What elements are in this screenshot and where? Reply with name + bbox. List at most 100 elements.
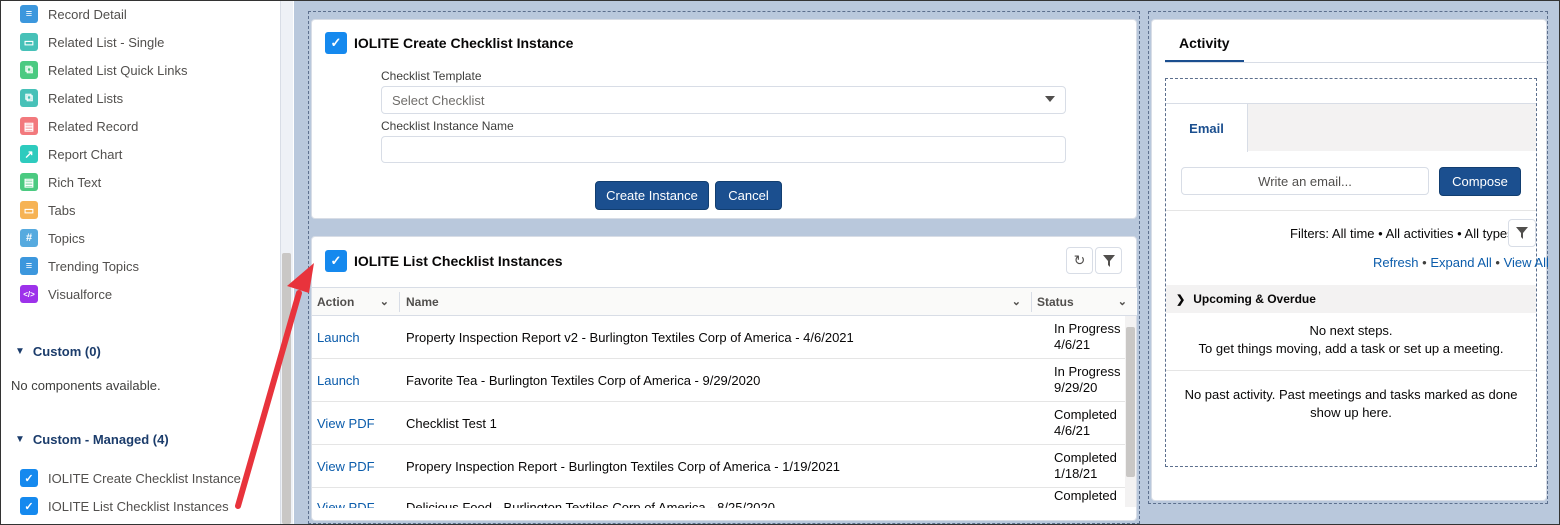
instance-name-label: Checklist Instance Name (381, 119, 514, 133)
related-list-quick-links-icon: ⧉ (20, 61, 38, 79)
chevron-down-icon[interactable]: ⌄ (1118, 295, 1127, 308)
template-select-value: Select Checklist (392, 92, 485, 108)
activity-filter-button[interactable] (1508, 219, 1536, 247)
row-status: Completed 4/6/21 (1054, 402, 1117, 444)
divider (1166, 370, 1536, 371)
refresh-link[interactable]: Refresh (1373, 255, 1419, 270)
row-name: Propery Inspection Report - Burlington T… (406, 458, 841, 474)
palette-item-label: Report Chart (48, 146, 123, 162)
palette-item-label: Tabs (48, 202, 76, 218)
topics-icon: # (20, 229, 38, 247)
row-name: Delicious Food - Burlington Textiles Cor… (406, 499, 776, 509)
create-instance-button[interactable]: Create Instance (595, 181, 709, 210)
chevron-down-icon[interactable]: ⌄ (380, 295, 389, 308)
column-divider[interactable] (399, 292, 400, 312)
palette-item[interactable]: ▭ Related List - Single (20, 31, 164, 53)
row-status: In Progress 9/29/20 (1054, 359, 1120, 401)
template-select[interactable]: Select Checklist (381, 86, 1066, 114)
palette-item-list-checklist[interactable]: ✓ IOLITE List Checklist Instances (20, 495, 229, 517)
palette-item-label: Rich Text (48, 174, 102, 190)
refresh-button[interactable]: ↻ (1066, 247, 1093, 274)
palette-item[interactable]: ▭ Tabs (20, 199, 75, 221)
column-header-action[interactable]: Action ⌄ (312, 288, 399, 316)
checklist-icon: ✓ (20, 497, 38, 515)
filter-button[interactable] (1095, 247, 1122, 274)
table-scrollbar-thumb[interactable] (1126, 327, 1135, 477)
template-label: Checklist Template (381, 69, 482, 83)
palette-item[interactable]: ↗ Report Chart (20, 143, 122, 165)
filter-icon (1102, 254, 1115, 267)
chevron-down-icon: ▼ (15, 434, 25, 445)
filters-text: Filters: All time • All activities • All… (1290, 226, 1514, 241)
row-status-date: 4/6/21 (1054, 337, 1091, 352)
palette-item[interactable]: # Topics (20, 227, 85, 249)
create-card-header: ✓ IOLITE Create Checklist Instance (325, 32, 573, 54)
palette-item-label: Record Detail (48, 6, 127, 22)
palette-item-create-checklist[interactable]: ✓ IOLITE Create Checklist Instance (20, 467, 241, 489)
related-lists-icon: ⧉ (20, 89, 38, 107)
column-label: Name (406, 295, 439, 309)
row-status-text: Completed (1054, 407, 1117, 422)
custom-section-title: Custom (0) (32, 344, 101, 359)
no-next-steps-text: No next steps. (1309, 323, 1393, 338)
palette-item[interactable]: ⧉ Related List Quick Links (20, 59, 187, 81)
palette-item-label: Related Lists (48, 90, 124, 106)
cancel-button[interactable]: Cancel (715, 181, 782, 210)
write-email-input[interactable]: Write an email... (1181, 167, 1429, 195)
row-action-link[interactable]: View PDF (317, 445, 375, 487)
row-action-link[interactable]: Launch (317, 316, 360, 358)
column-header-status[interactable]: Status ⌄ (1032, 288, 1137, 316)
row-action-link[interactable]: View PDF (317, 402, 375, 444)
palette-item[interactable]: </> Visualforce (20, 283, 112, 305)
palette-item[interactable]: ▤ Rich Text (20, 171, 101, 193)
palette-scrollbar-thumb[interactable] (282, 253, 291, 524)
caret-down-icon (1045, 96, 1055, 102)
trending-topics-icon: ≡ (20, 257, 38, 275)
palette-item[interactable]: ⧉ Related Lists (20, 87, 123, 109)
palette-item-label: Topics (48, 230, 85, 246)
row-name: Favorite Tea - Burlington Textiles Corp … (406, 372, 761, 388)
row-status-text: In Progress (1054, 321, 1121, 336)
managed-section-header[interactable]: ▼ Custom - Managed (4) (15, 432, 169, 447)
row-status-text: In Progress (1054, 364, 1121, 379)
view-all-link[interactable]: View All (1504, 255, 1549, 270)
palette-item[interactable]: ≡ Record Detail (20, 3, 127, 25)
row-status-date: 1/18/21 (1054, 466, 1098, 481)
palette-item[interactable]: ▤ Related Record (20, 115, 138, 137)
table-row: View PDF Delicious Food - Burlington Text… (312, 488, 1126, 508)
visualforce-icon: </> (20, 285, 38, 303)
related-record-icon: ▤ (20, 117, 38, 135)
instance-name-input[interactable] (381, 136, 1066, 163)
tab-activity[interactable]: Activity (1179, 35, 1230, 51)
upcoming-overdue-header[interactable]: ❯ Upcoming & Overdue (1166, 285, 1536, 313)
no-past-activity: No past activity. Past meetings and task… (1184, 387, 1518, 420)
table-header: Action ⌄ Name ⌄ Status ⌄ (312, 287, 1137, 316)
related-list-single-icon: ▭ (20, 33, 38, 51)
row-status: Completed (1054, 488, 1117, 508)
palette-item[interactable]: ≡ Trending Topics (20, 255, 139, 277)
row-name: Checklist Test 1 (406, 415, 497, 431)
column-header-name[interactable]: Name ⌄ (401, 288, 1031, 316)
record-detail-icon: ≡ (20, 5, 38, 23)
custom-empty-text: No components available. (11, 378, 161, 393)
custom-section-header[interactable]: ▼ Custom (0) (15, 344, 101, 359)
activity-links: Refresh • Expand All • View All (1373, 255, 1549, 270)
row-action-link[interactable]: View PDF (317, 488, 375, 509)
tab-email[interactable]: Email (1166, 103, 1248, 152)
palette-item-label: Visualforce (48, 286, 113, 302)
table-row: Launch Favorite Tea - Burlington Textiles… (312, 359, 1126, 402)
row-status-date: 9/29/20 (1054, 380, 1098, 395)
checklist-icon: ✓ (325, 250, 347, 272)
row-status: In Progress 4/6/21 (1054, 316, 1120, 358)
divider (1166, 210, 1536, 211)
chevron-down-icon[interactable]: ⌄ (1012, 295, 1021, 308)
compose-button[interactable]: Compose (1439, 167, 1521, 196)
component-palette: ≡ Record Detail ▭ Related List - Single ⧉ Rel… (2, 1, 280, 524)
palette-item-label: IOLITE Create Checklist Instance (48, 470, 241, 486)
row-status-text: Completed (1054, 488, 1117, 503)
no-next-steps-hint: To get things moving, add a task or set … (1198, 341, 1504, 356)
chevron-down-icon: ❯ (1176, 293, 1186, 306)
row-action-link[interactable]: Launch (317, 359, 360, 401)
column-label: Status (1037, 295, 1074, 309)
expand-all-link[interactable]: Expand All (1430, 255, 1491, 270)
